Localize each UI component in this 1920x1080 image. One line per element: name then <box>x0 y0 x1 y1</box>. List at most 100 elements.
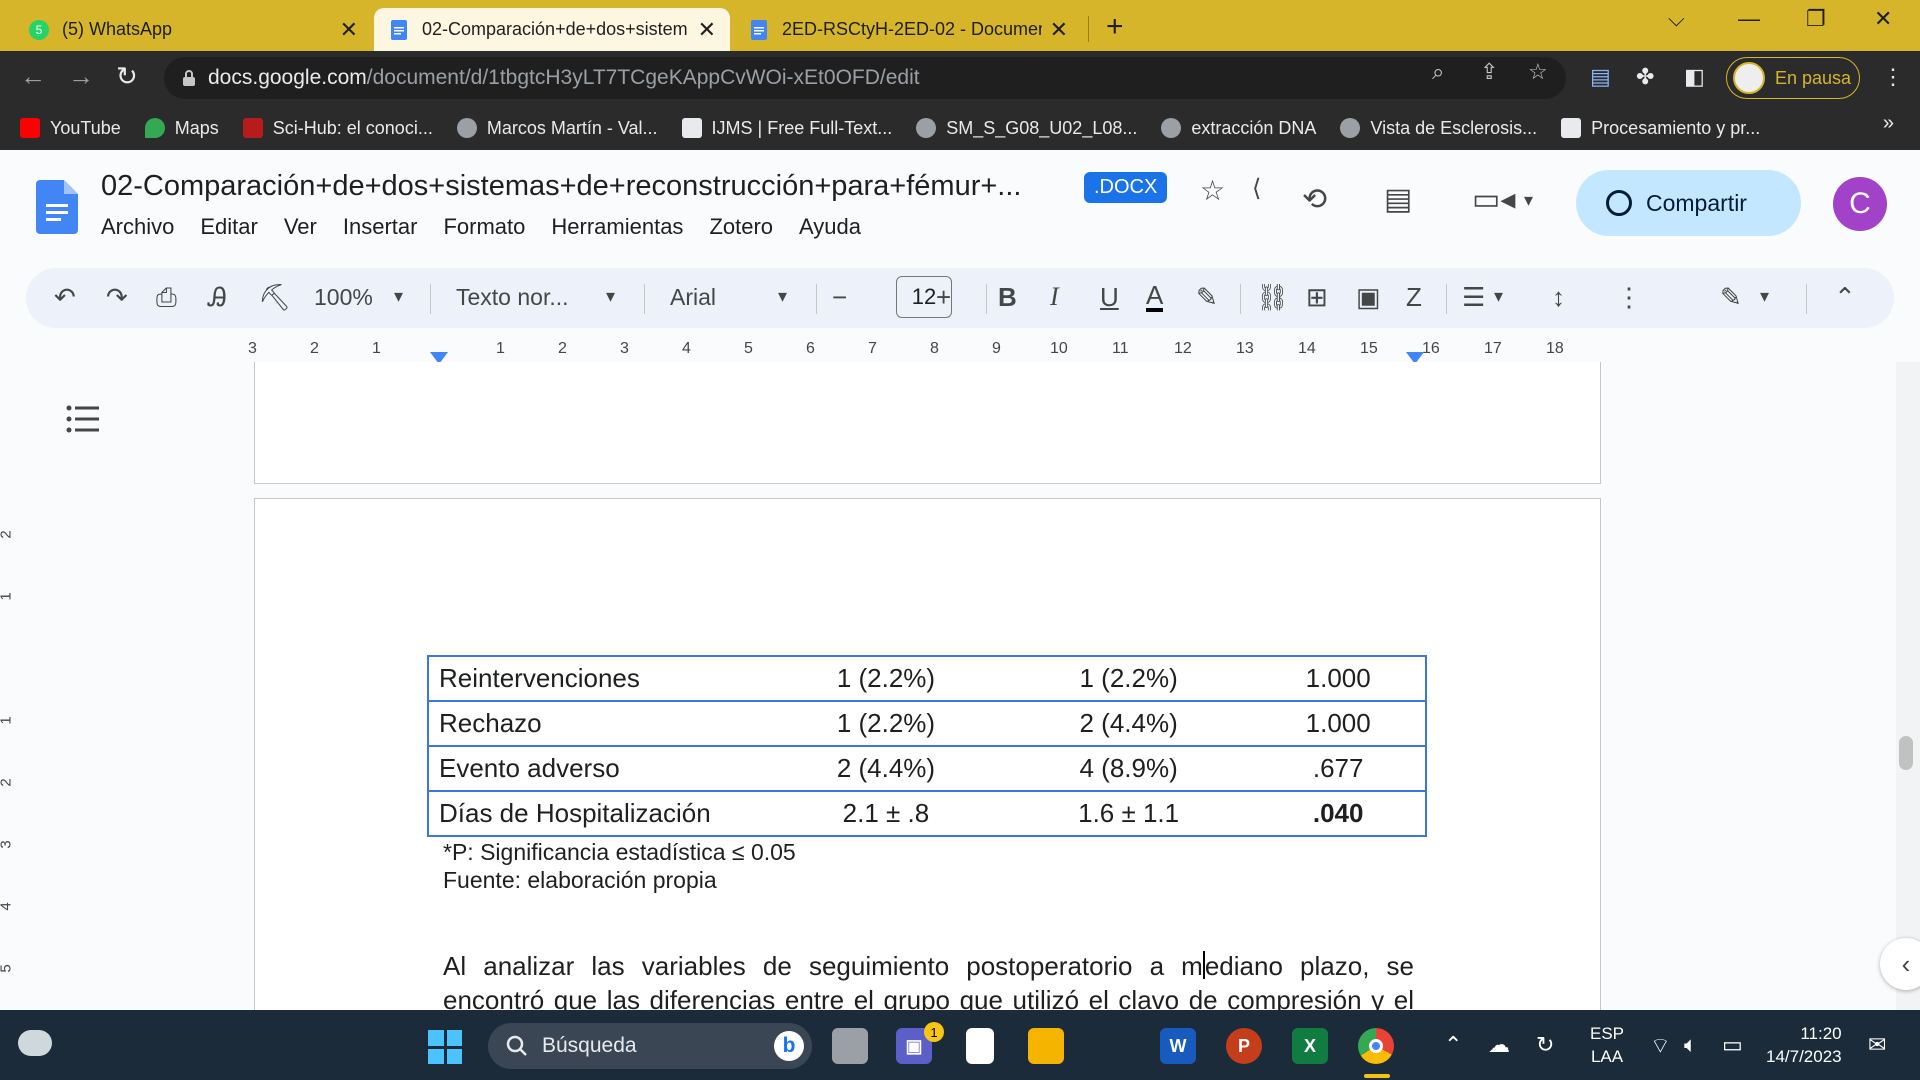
zotero-icon[interactable]: Z <box>1406 282 1422 313</box>
bookmark-maps[interactable]: Maps <box>144 118 219 139</box>
menu-ver[interactable]: Ver <box>284 214 317 240</box>
document-title[interactable]: 02-Comparación+de+dos+sistemas+de+recons… <box>101 170 1063 203</box>
bookmark-star-icon[interactable]: ☆ <box>1528 59 1548 85</box>
more-options-icon[interactable]: ⋮ <box>1616 282 1642 313</box>
zoom-icon[interactable]: ⌕ <box>1432 59 1444 85</box>
table-cell-label[interactable]: Rechazo <box>427 700 766 747</box>
docs-extension-icon[interactable]: ▤ <box>1590 64 1611 90</box>
meet-dropdown-chevron-icon[interactable]: ▾ <box>1524 190 1533 211</box>
back-button[interactable]: ← <box>20 61 46 92</box>
highlight-color-icon[interactable]: ✎ <box>1196 282 1218 313</box>
table-cell[interactable]: 1 (2.2%) <box>766 655 1006 702</box>
menu-editar[interactable]: Editar <box>200 214 257 240</box>
account-avatar[interactable]: C <box>1833 177 1887 231</box>
hide-menus-chevron-icon[interactable]: ⌃ <box>1834 282 1856 313</box>
align-chevron-icon[interactable]: ▾ <box>1494 286 1503 307</box>
side-panel-toggle-chevron-icon[interactable]: ‹ <box>1880 938 1920 990</box>
onedrive-icon[interactable]: ☁ <box>1488 1032 1510 1058</box>
word-icon[interactable]: W <box>1160 1028 1196 1064</box>
close-tab-icon[interactable]: ✕ <box>698 17 716 43</box>
language-indicator[interactable]: ESP LAA <box>1590 1022 1624 1068</box>
extensions-puzzle-icon[interactable]: ✤ <box>1636 64 1654 90</box>
document-outline-icon[interactable] <box>66 404 100 434</box>
new-tab-button[interactable]: + <box>1106 10 1124 44</box>
clock[interactable]: 11:20 14/7/2023 <box>1766 1022 1842 1068</box>
menu-insertar[interactable]: Insertar <box>343 214 418 240</box>
footnote-significance[interactable]: *P: Significancia estadística ≤ 0.05 <box>443 839 796 866</box>
bookmark-dna[interactable]: extracción DNA <box>1161 118 1316 139</box>
bookmark-sm[interactable]: SM_S_G08_U02_L08... <box>916 118 1137 139</box>
menu-ayuda[interactable]: Ayuda <box>799 214 861 240</box>
font-select[interactable]: Arial <box>670 284 716 311</box>
underline-icon[interactable]: U <box>1100 282 1119 313</box>
reload-button[interactable]: ↻ <box>116 61 138 92</box>
share-button[interactable]: Compartir <box>1576 170 1801 236</box>
zoom-chevron-icon[interactable]: ▾ <box>394 286 403 307</box>
chrome-menu-icon[interactable]: ⋮ <box>1882 64 1904 90</box>
task-view-icon[interactable] <box>832 1028 868 1064</box>
increase-font-size-icon[interactable]: + <box>936 282 951 313</box>
comments-icon[interactable]: ▤ <box>1384 182 1412 217</box>
show-hidden-icons-chevron-icon[interactable]: ⌃ <box>1444 1032 1462 1058</box>
italic-icon[interactable]: I <box>1050 282 1059 312</box>
table-cell-p[interactable]: 1.000 <box>1251 655 1427 702</box>
editing-mode-icon[interactable]: ✎ <box>1720 282 1742 313</box>
table-cell[interactable]: 1 (2.2%) <box>1005 655 1252 702</box>
table-cell[interactable]: 2.1 ± .8 <box>766 790 1006 837</box>
table-cell-p[interactable]: .677 <box>1251 745 1427 792</box>
decrease-font-size-icon[interactable]: − <box>832 282 847 313</box>
font-chevron-icon[interactable]: ▾ <box>778 286 787 307</box>
tab-docs-active[interactable]: 02-Comparación+de+dos+sistem ✕ <box>374 8 730 51</box>
tab-search-chevron-icon[interactable]: ⌵ <box>1668 6 1685 32</box>
close-tab-icon[interactable]: ✕ <box>340 17 358 43</box>
google-docs-logo-icon[interactable] <box>36 180 78 234</box>
chrome-icon[interactable] <box>1358 1028 1394 1064</box>
share-page-icon[interactable]: ⇪ <box>1480 59 1498 85</box>
wifi-icon[interactable]: ⌔ <box>1650 1032 1671 1060</box>
table-cell[interactable]: 1 (2.2%) <box>766 700 1006 747</box>
insert-link-icon[interactable]: ⛓ <box>1256 282 1289 313</box>
undo-icon[interactable]: ↶ <box>54 282 76 313</box>
more-bookmarks-icon[interactable]: » <box>1883 112 1894 135</box>
address-bar[interactable]: docs.google.com/document/d/1tbgtcH3yLT7T… <box>164 57 1566 99</box>
table-cell-p[interactable]: .040 <box>1251 790 1427 837</box>
version-history-icon[interactable]: ⟲ <box>1302 182 1327 217</box>
paint-format-icon[interactable]: ⛏ <box>258 282 291 313</box>
table-cell[interactable]: 2 (4.4%) <box>766 745 1006 792</box>
minimize-button[interactable]: — <box>1738 6 1760 32</box>
windows-start-icon[interactable] <box>428 1030 462 1064</box>
bookmark-youtube[interactable]: YouTube <box>20 118 121 139</box>
table-cell-label[interactable]: Días de Hospitalización <box>427 790 766 837</box>
bold-icon[interactable]: B <box>998 282 1017 313</box>
footnote-source[interactable]: Fuente: elaboración propia <box>443 867 717 894</box>
bookmark-esclerosis[interactable]: Vista de Esclerosis... <box>1340 118 1537 139</box>
table-cell[interactable]: 2 (4.4%) <box>1005 700 1252 747</box>
side-panel-icon[interactable]: ◧ <box>1684 64 1705 90</box>
insert-image-icon[interactable]: ▣ <box>1356 282 1381 313</box>
body-paragraph[interactable]: Al analizar las variables de seguimiento… <box>443 949 1414 1017</box>
spellcheck-icon[interactable]: Ꭿ <box>208 282 227 314</box>
battery-icon[interactable]: ▭ <box>1722 1032 1743 1058</box>
tab-whatsapp[interactable]: 5 (5) WhatsApp ✕ <box>14 8 372 51</box>
file-explorer-icon[interactable] <box>1028 1028 1064 1064</box>
table-cell-p[interactable]: 1.000 <box>1251 700 1427 747</box>
bookmark-ijms[interactable]: IJMS | Free Full-Text... <box>681 118 892 139</box>
meet-video-icon[interactable]: ▭◂ <box>1472 182 1515 217</box>
weather-icon[interactable] <box>18 1030 52 1056</box>
tab-docs-2[interactable]: 2ED-RSCtyH-2ED-02 - Document ✕ <box>734 8 1082 51</box>
taskbar-search[interactable]: Búsqueda b <box>488 1023 812 1069</box>
bookmark-marcos[interactable]: Marcos Martín - Val... <box>456 118 658 139</box>
forward-button[interactable]: → <box>68 61 94 92</box>
move-folder-icon[interactable]: ⟨ <box>1252 174 1261 203</box>
close-tab-icon[interactable]: ✕ <box>1050 17 1068 43</box>
print-icon[interactable]: ⎙ <box>156 282 177 314</box>
redo-icon[interactable]: ↷ <box>106 282 128 313</box>
editing-mode-chevron-icon[interactable]: ▾ <box>1760 286 1769 307</box>
table-cell-label[interactable]: Reintervenciones <box>427 655 766 702</box>
profile-paused-button[interactable]: En pausa <box>1726 57 1860 99</box>
bookmark-procesamiento[interactable]: Procesamiento y pr... <box>1561 118 1760 139</box>
line-spacing-icon[interactable]: ↕ <box>1552 282 1565 313</box>
text-color-icon[interactable]: A <box>1146 282 1164 312</box>
paragraph-style-select[interactable]: Texto nor... <box>456 284 569 311</box>
powerpoint-icon[interactable]: P <box>1226 1028 1262 1064</box>
